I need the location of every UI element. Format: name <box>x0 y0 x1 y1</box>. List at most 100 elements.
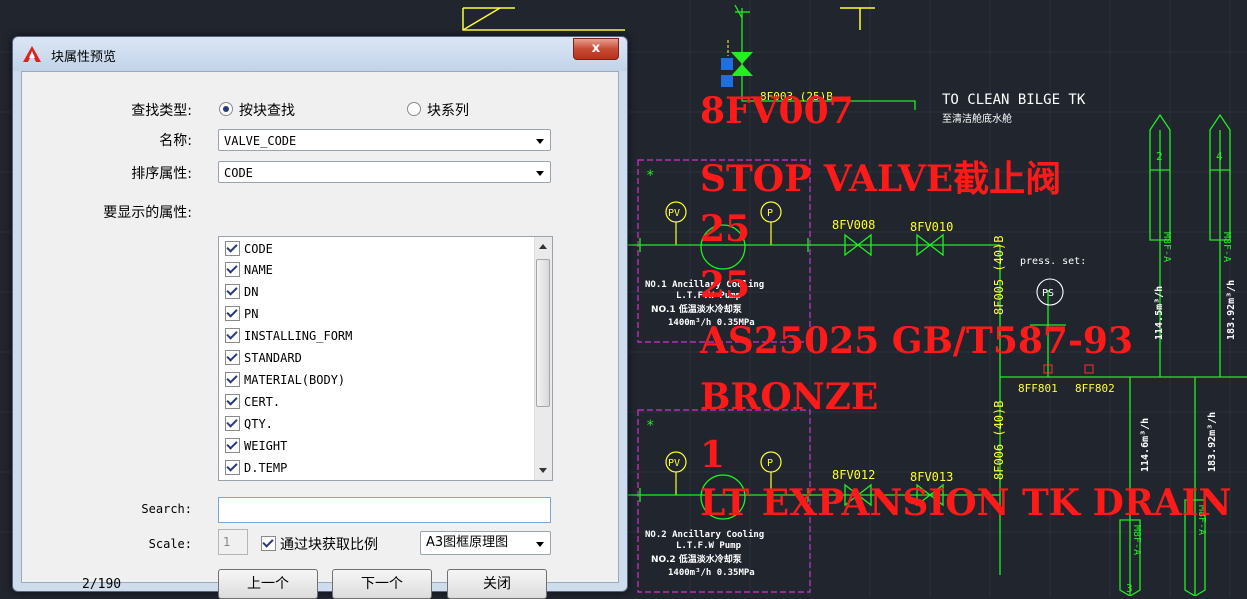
to-clean-bilge-cn-label: 至清洁舱底水舱 <box>942 112 1012 125</box>
valve-8fv010-label: 8FV010 <box>910 220 953 234</box>
flow-label-4: 183.92m³/h <box>1207 412 1218 472</box>
pipe-8f006-label: 8F006 (40)B <box>992 401 1006 480</box>
overlay-material: BRONZE <box>700 376 879 418</box>
close-button[interactable]: 关闭 <box>447 569 547 599</box>
valve-8ff801-label: 8FF801 <box>1018 382 1058 395</box>
dialog-client: 查找类型: 按块查找 块系列 名称: VALVE_CODE 排序属性: CODE… <box>21 71 619 599</box>
scale-by-block-label[interactable]: 通过块获取比例 <box>280 534 378 554</box>
checkbox[interactable] <box>225 306 240 321</box>
p-label-1: P <box>767 208 773 219</box>
tag-3: 3 <box>1126 582 1133 595</box>
frame-select-value: A3图框原理图 <box>426 535 509 550</box>
sort-label: 排序属性: <box>131 166 192 182</box>
press-set-label: press. set: <box>1020 256 1086 267</box>
search-input[interactable] <box>218 497 551 523</box>
pump2-text-2: L.T.F.W Pump <box>676 541 742 551</box>
attr-item-standard[interactable]: STANDARD <box>225 348 302 368</box>
pump2-text-1: NO.2 Ancillary Cooling <box>645 529 764 540</box>
scale-by-block-checkbox[interactable] <box>261 536 276 551</box>
checkbox[interactable] <box>225 284 240 299</box>
pipe-8f005-label: 8F005 (40)B <box>992 236 1006 315</box>
checkbox[interactable] <box>225 372 240 387</box>
flow-label-1: 114.5m³/h <box>1154 286 1165 340</box>
attr-item-name[interactable]: NAME <box>225 260 273 280</box>
search-type-label: 查找类型: <box>131 103 192 119</box>
checkbox[interactable] <box>225 438 240 453</box>
pv-label-2: PV <box>668 458 680 469</box>
autocad-logo-icon <box>23 46 41 62</box>
pump2-text-3: NO.2 低温淡水冷却泵 <box>651 553 743 565</box>
radio-by-block[interactable] <box>219 102 233 116</box>
next-button[interactable]: 下一个 <box>332 569 432 599</box>
tag-m8f-a-3: M8F-A <box>1131 525 1142 555</box>
flow-label-2: 183.92m³/h <box>1226 280 1237 340</box>
block-attribute-preview-dialog: 块属性预览 x 查找类型: 按块查找 块系列 名称: VALVE_CODE 排序… <box>12 36 628 599</box>
attr-item-d-temp[interactable]: D.TEMP <box>225 458 287 478</box>
attrs-label: 要显示的属性: <box>103 205 192 221</box>
overlay-installing: LT EXPANSION TK DRAIN <box>700 482 1232 524</box>
scale-label: Scale: <box>148 537 192 551</box>
attr-item-installing-form[interactable]: INSTALLING_FORM <box>225 326 352 346</box>
name-label: 名称: <box>159 133 192 149</box>
chevron-down-icon <box>536 542 544 547</box>
flow-label-3: 114.6m³/h <box>1140 418 1151 472</box>
sort-select[interactable]: CODE <box>218 161 551 183</box>
checkbox[interactable] <box>225 416 240 431</box>
attribute-list[interactable]: CODE NAME DN PN INSTALLING_FORM STANDARD… <box>218 236 553 481</box>
attr-item-cert[interactable]: CERT. <box>225 392 280 412</box>
checkbox[interactable] <box>225 350 240 365</box>
scroll-up-icon[interactable] <box>539 244 547 249</box>
radio-by-series-label[interactable]: 块系列 <box>427 100 469 120</box>
p-label-2: P <box>767 458 773 469</box>
checkbox[interactable] <box>225 460 240 475</box>
yellow-tank-outline <box>462 7 875 31</box>
valve-8fv012-label: 8FV012 <box>832 468 875 482</box>
pump2-text-4: 1400m³/h 0.35MPa <box>668 568 755 578</box>
stop-valve-8fv007[interactable] <box>721 40 753 87</box>
prev-button[interactable]: 上一个 <box>218 569 318 599</box>
to-clean-bilge-label: TO CLEAN BILGE TK <box>942 92 1086 108</box>
overlay-standard: AS25025 GB/T587-93 <box>700 320 1134 362</box>
checkbox[interactable] <box>225 394 240 409</box>
attr-item-pn[interactable]: PN <box>225 304 258 324</box>
pump1-asterisk: * <box>646 168 654 184</box>
attr-item-dn[interactable]: DN <box>225 282 258 302</box>
overlay-name: STOP VALVE截止阀 <box>700 158 1062 200</box>
attr-item-weight[interactable]: WEIGHT <box>225 436 287 456</box>
tag-m8f-a-2: M8F-A <box>1221 232 1232 262</box>
ps-label: PS <box>1042 288 1054 299</box>
overlay-dn: 25 <box>700 208 751 250</box>
attribute-list-scrollbar[interactable] <box>534 237 552 480</box>
valve-marker-8ff802 <box>1084 364 1094 374</box>
dialog-titlebar[interactable]: 块属性预览 x <box>13 37 627 71</box>
chevron-down-icon <box>536 171 544 176</box>
scroll-down-icon[interactable] <box>539 468 547 473</box>
checkbox[interactable] <box>225 328 240 343</box>
scrollbar-thumb[interactable] <box>536 259 550 407</box>
attr-item-material[interactable]: MATERIAL(BODY) <box>225 370 345 390</box>
valve-8ff802-label: 8FF802 <box>1075 382 1115 395</box>
line-valves[interactable] <box>844 233 1066 507</box>
checkbox[interactable] <box>225 262 240 277</box>
search-label: Search: <box>141 502 192 516</box>
sort-select-value: CODE <box>224 166 253 180</box>
name-select[interactable]: VALVE_CODE <box>218 129 551 151</box>
frame-select[interactable]: A3图框原理图 <box>420 531 551 555</box>
radio-by-series[interactable] <box>407 102 421 116</box>
pump2-asterisk: * <box>646 418 654 434</box>
pv-label-1: PV <box>668 208 680 219</box>
name-select-value: VALVE_CODE <box>224 134 297 148</box>
tag-2: 2 <box>1156 150 1163 163</box>
record-counter: 2/190 <box>82 577 122 592</box>
tag-4: 4 <box>1216 150 1223 163</box>
checkbox[interactable] <box>225 241 240 256</box>
tag-m8f-a-1: M8F-A <box>1161 232 1172 262</box>
attr-item-code[interactable]: CODE <box>225 239 273 259</box>
chevron-down-icon <box>536 139 544 144</box>
radio-by-block-label[interactable]: 按块查找 <box>239 100 295 120</box>
attr-item-qty[interactable]: QTY. <box>225 414 273 434</box>
scale-input[interactable]: 1 <box>218 529 248 555</box>
dialog-title: 块属性预览 <box>51 50 117 65</box>
close-icon[interactable]: x <box>573 38 619 60</box>
valve-8fv008-label: 8FV008 <box>832 218 875 232</box>
